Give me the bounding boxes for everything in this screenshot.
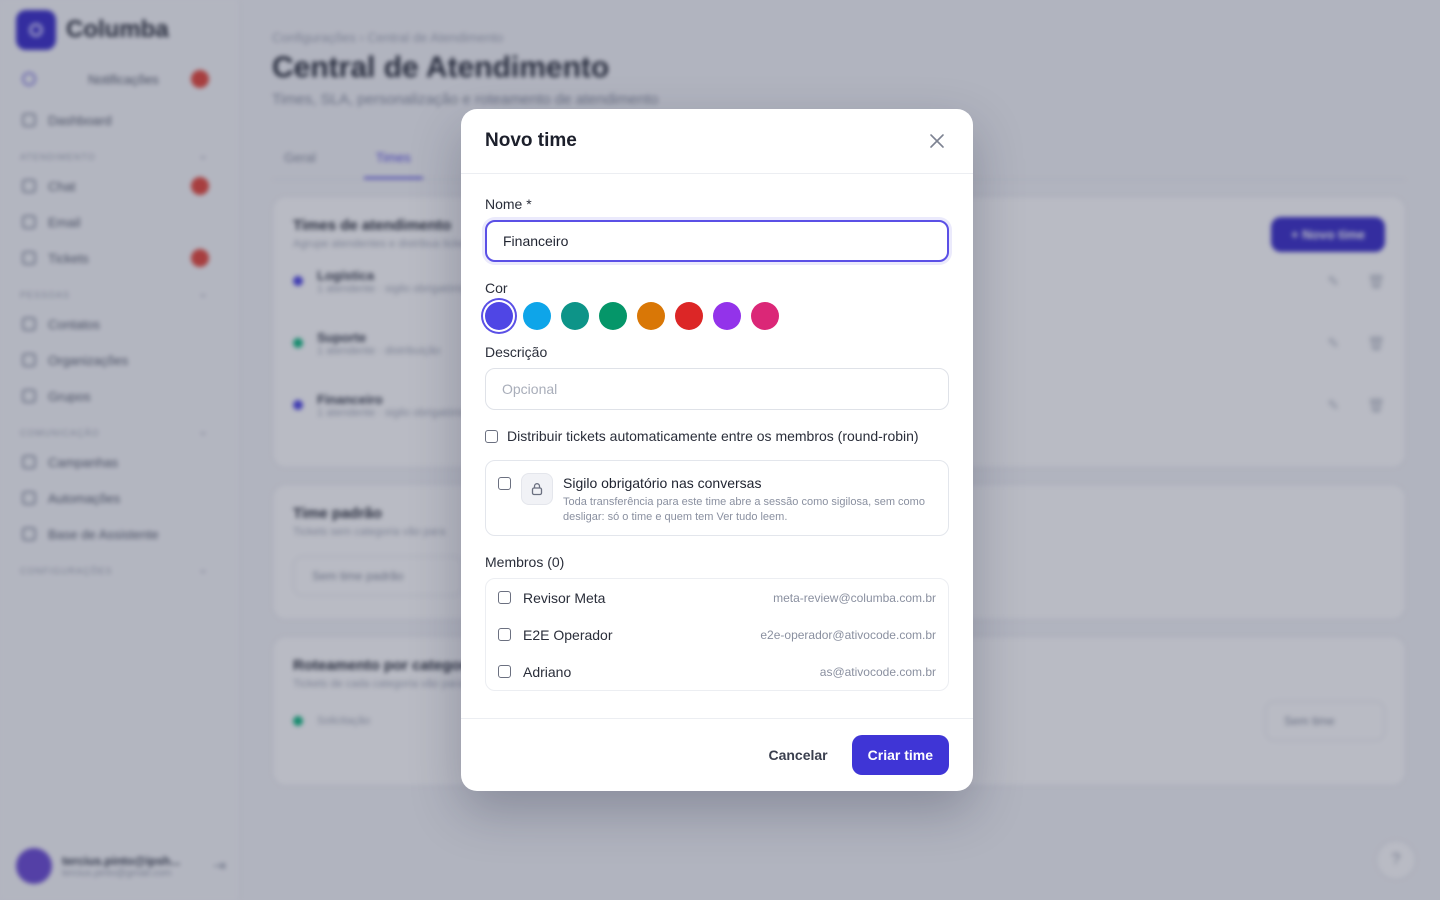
dialog-footer: Cancelar Criar time bbox=[461, 718, 973, 791]
secret-description: Toda transferência para este time abre a… bbox=[563, 496, 925, 523]
description-input[interactable]: Opcional bbox=[485, 368, 949, 410]
dialog-body: Nome * Financeiro Cor Descrição Opcional… bbox=[461, 174, 973, 691]
member-email: as@ativocode.com.br bbox=[819, 664, 936, 679]
new-team-dialog: Novo time Nome * Financeiro Cor Descriçã… bbox=[461, 109, 973, 791]
color-swatch[interactable] bbox=[485, 302, 513, 330]
roundrobin-checkbox[interactable] bbox=[485, 429, 498, 443]
member-name: Revisor Meta bbox=[523, 589, 606, 606]
create-team-button[interactable]: Criar time bbox=[851, 735, 949, 775]
color-swatch[interactable] bbox=[599, 302, 627, 330]
color-swatch[interactable] bbox=[675, 302, 703, 330]
lock-icon bbox=[521, 473, 553, 505]
color-label: Cor bbox=[485, 280, 508, 296]
color-swatch[interactable] bbox=[751, 302, 779, 330]
close-icon[interactable] bbox=[925, 129, 949, 153]
description-label: Descrição bbox=[485, 344, 548, 360]
member-name: E2E Operador bbox=[523, 626, 613, 643]
members-list: Revisor Meta meta-review@columba.com.br … bbox=[485, 578, 949, 691]
description-placeholder: Opcional bbox=[502, 381, 558, 397]
color-swatch[interactable] bbox=[523, 302, 551, 330]
member-email: meta-review@columba.com.br bbox=[773, 590, 936, 605]
dialog-title: Novo time bbox=[485, 130, 577, 151]
secret-title: Sigilo obrigatório nas conversas bbox=[563, 475, 762, 491]
color-swatch[interactable] bbox=[713, 302, 741, 330]
color-swatch[interactable] bbox=[637, 302, 665, 330]
name-label: Nome * bbox=[485, 196, 532, 212]
secret-checkbox[interactable] bbox=[498, 477, 511, 490]
color-picker bbox=[485, 302, 949, 330]
member-row[interactable]: Adriano as@ativocode.com.br bbox=[486, 653, 948, 690]
roundrobin-label: Distribuir tickets automaticamente entre… bbox=[507, 428, 919, 444]
name-input[interactable]: Financeiro bbox=[485, 220, 949, 262]
member-checkbox[interactable] bbox=[498, 591, 511, 604]
dialog-header: Novo time bbox=[461, 109, 973, 174]
roundrobin-option[interactable]: Distribuir tickets automaticamente entre… bbox=[485, 428, 949, 444]
member-checkbox[interactable] bbox=[498, 665, 511, 678]
member-row[interactable]: E2E Operador e2e-operador@ativocode.com.… bbox=[486, 616, 948, 653]
member-checkbox[interactable] bbox=[498, 628, 511, 641]
secret-option[interactable]: Sigilo obrigatório nas conversas Toda tr… bbox=[485, 460, 949, 536]
cancel-button[interactable]: Cancelar bbox=[768, 737, 827, 773]
color-swatch[interactable] bbox=[561, 302, 589, 330]
member-name: Adriano bbox=[523, 663, 572, 680]
name-input-value: Financeiro bbox=[503, 233, 569, 249]
member-email: e2e-operador@ativocode.com.br bbox=[760, 627, 936, 642]
member-row[interactable]: Revisor Meta meta-review@columba.com.br bbox=[486, 579, 948, 616]
members-label: Membros (0) bbox=[485, 554, 565, 570]
